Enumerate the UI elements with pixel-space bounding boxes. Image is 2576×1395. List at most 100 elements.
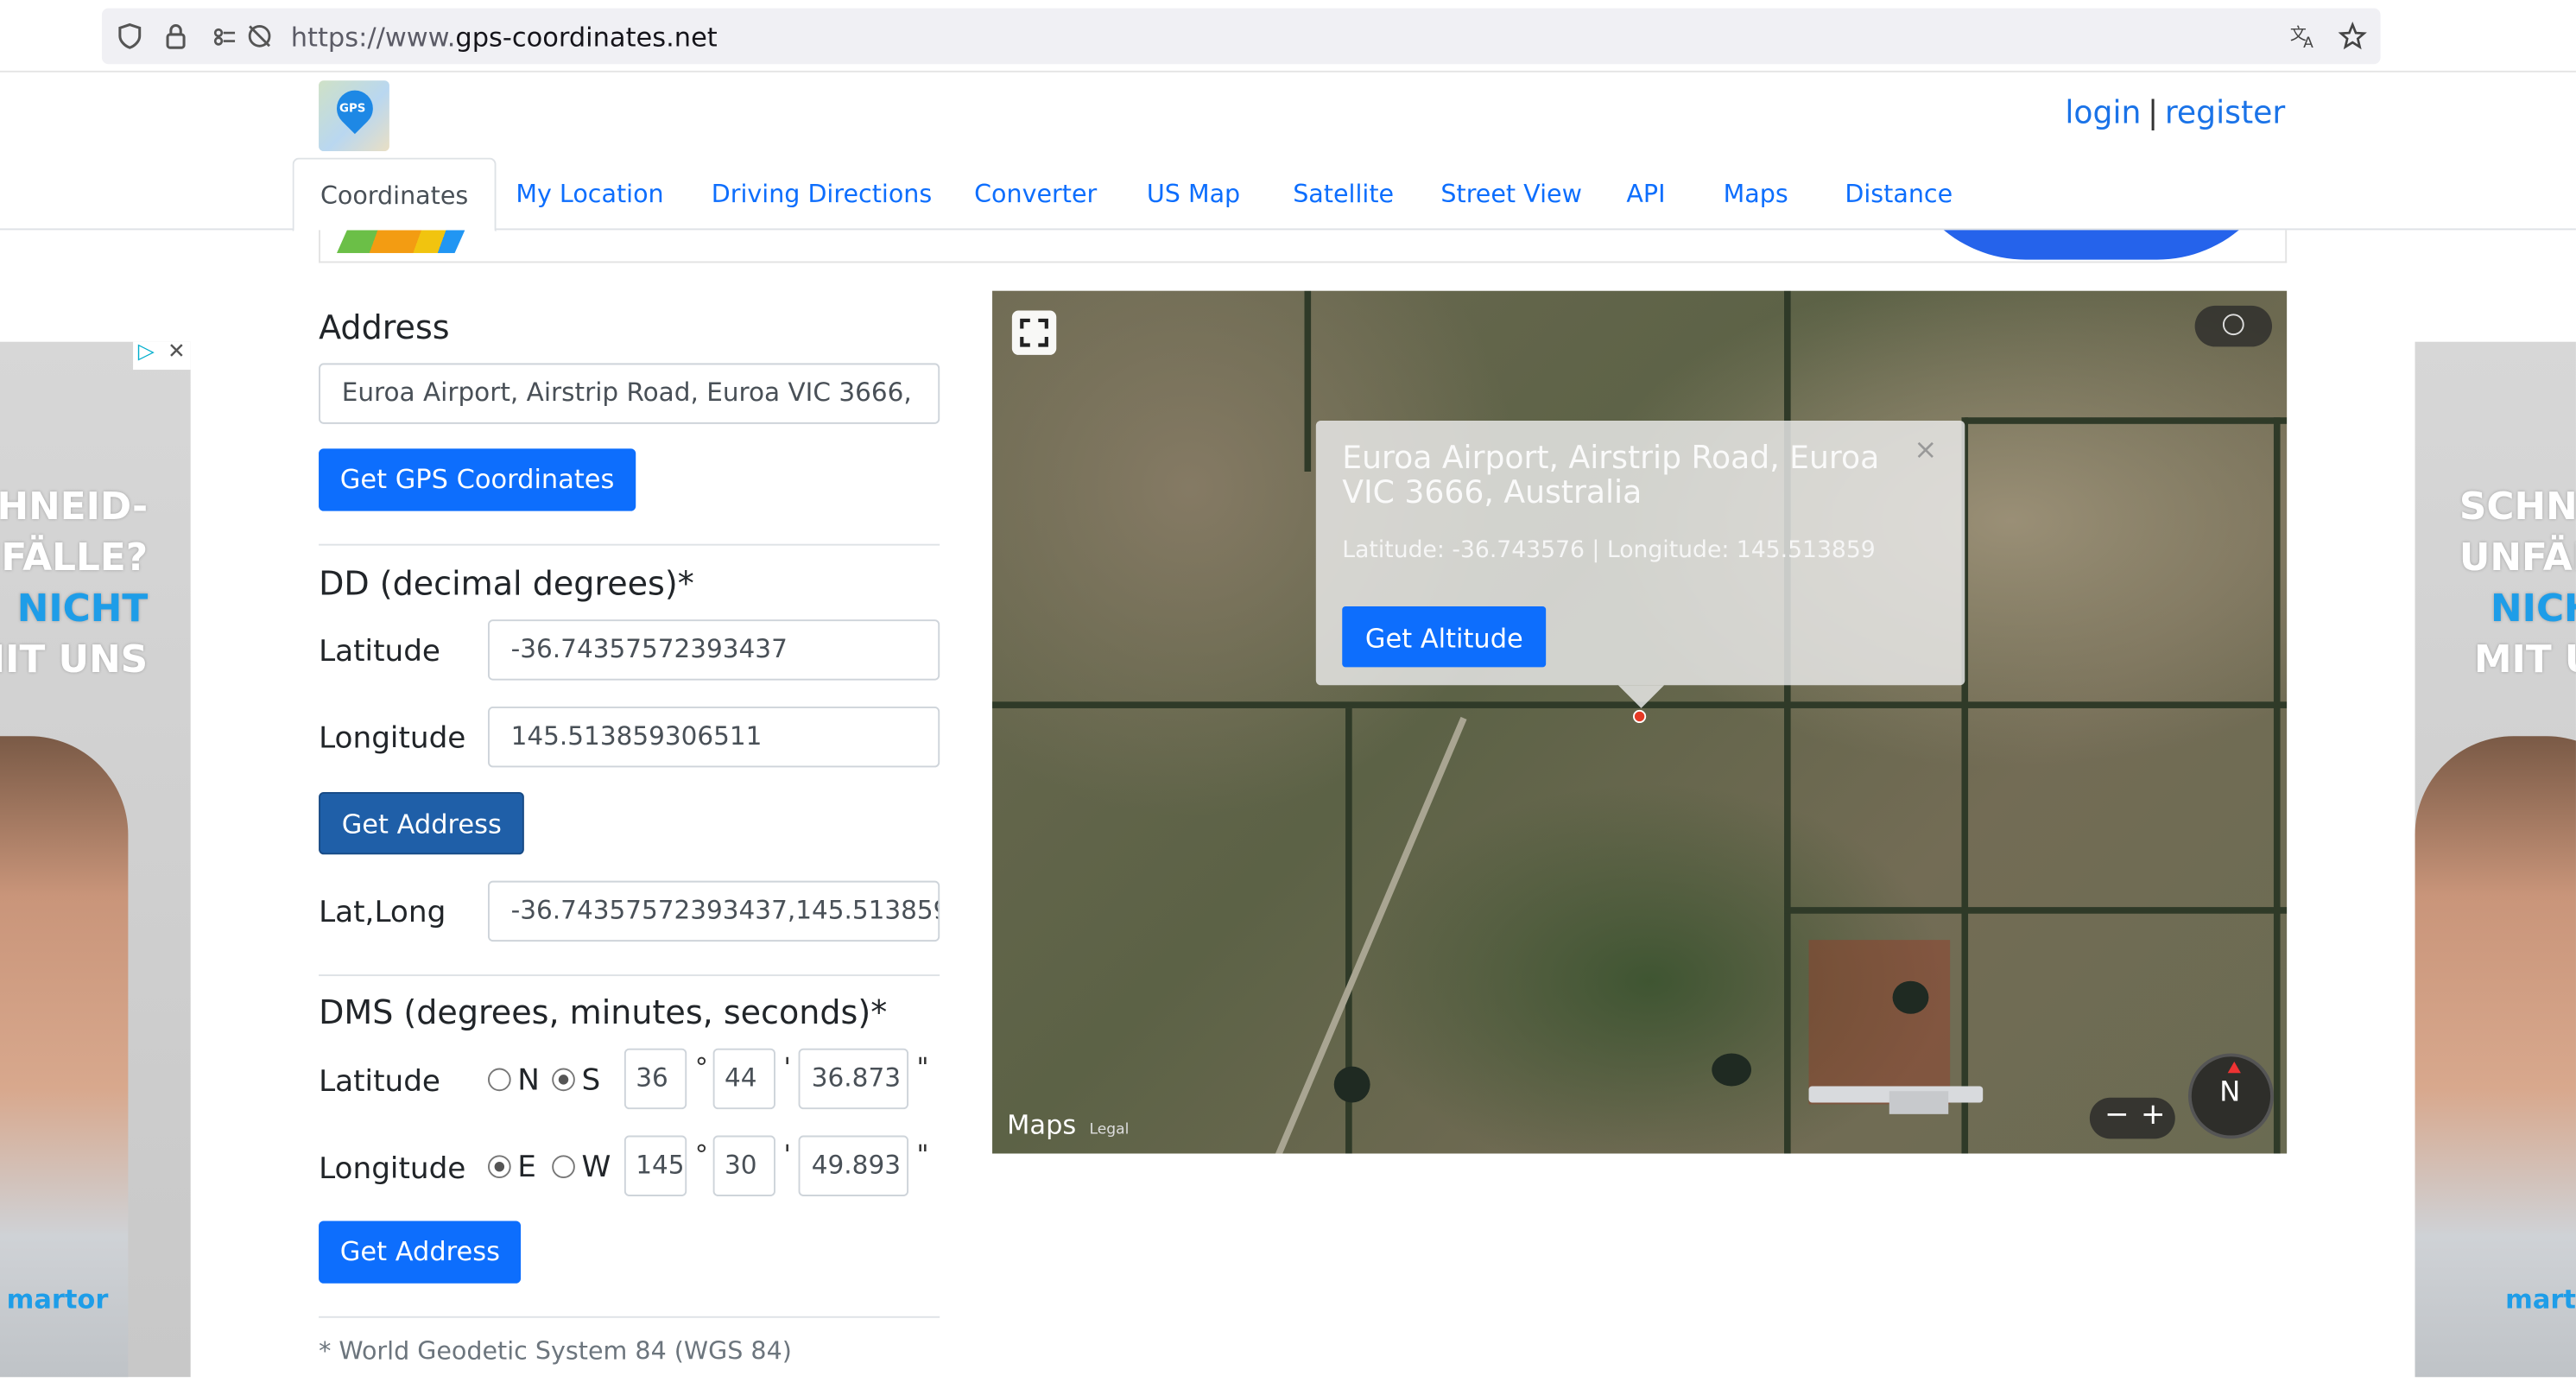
map-dam — [1712, 1053, 1751, 1087]
second-symbol: " — [916, 1051, 929, 1083]
minute-symbol: ' — [783, 1051, 791, 1083]
left-ad-text: CHNEID- NFÄLLE? NICHT IIT UNS — [0, 483, 148, 687]
tab-api[interactable]: API — [1600, 158, 1692, 231]
nav-tabs: Coordinates My Location Driving Directio… — [0, 157, 2576, 232]
lon-west-radio[interactable] — [552, 1155, 575, 1179]
lat-degrees-input[interactable]: 36 — [623, 1048, 687, 1110]
expand-icon — [1020, 318, 1048, 347]
ad-choices-icon[interactable]: ▷ ✕ — [133, 340, 191, 371]
dd-longitude-label: Longitude — [319, 721, 466, 757]
right-ad[interactable]: SCHNE UNFÄL NICH MIT U martor — [2415, 341, 2576, 1378]
dd-get-address-button[interactable]: Get Address — [319, 791, 525, 855]
dd-heading: DD (decimal degrees)* — [319, 563, 694, 604]
right-ad-line: MIT U — [2474, 639, 2576, 682]
location-blocked-icon[interactable] — [244, 22, 274, 51]
right-ad-text: SCHNE UNFÄL NICH MIT U — [2459, 483, 2576, 687]
auth-links: login | register — [2065, 95, 2285, 131]
dms-get-address-button[interactable]: Get Address — [319, 1221, 522, 1284]
logo-text: GPS — [339, 102, 366, 116]
map-dam — [1333, 1066, 1370, 1103]
ad-banner-strip[interactable] — [319, 230, 2288, 263]
degree-symbol: ° — [694, 1138, 708, 1170]
map-hangar — [1889, 1091, 1949, 1114]
zoom-control: − + — [2089, 1097, 2175, 1139]
popup-close-button[interactable]: × — [1914, 434, 1937, 466]
ad-person-image — [2415, 736, 2576, 1378]
left-ad[interactable]: CHNEID- NFÄLLE? NICHT IIT UNS martor — [0, 341, 191, 1378]
map-info-popup: Euroa Airport, Airstrip Road, Euroa VIC … — [1315, 421, 1965, 708]
lat-north-radio[interactable] — [488, 1068, 511, 1092]
tab-maps[interactable]: Maps — [1697, 158, 1814, 231]
tab-coordinates[interactable]: Coordinates — [292, 157, 497, 232]
browser-toolbar: https://www.gps-coordinates.net 文A — [0, 0, 2576, 73]
map-red-field — [1808, 940, 1951, 1105]
dms-heading: DMS (degrees, minutes, seconds)* — [319, 992, 888, 1032]
auth-separator: | — [2148, 95, 2159, 132]
divider — [319, 974, 940, 977]
tab-my-location[interactable]: My Location — [490, 158, 690, 231]
zoom-out-button[interactable]: − — [2104, 1098, 2130, 1132]
apple-maps-logo: Maps Legal — [1007, 1109, 1129, 1140]
get-altitude-button[interactable]: Get Altitude — [1342, 606, 1547, 668]
lat-minutes-input[interactable]: 44 — [712, 1048, 775, 1110]
zoom-in-button[interactable]: + — [2141, 1098, 2166, 1132]
login-link[interactable]: login — [2065, 95, 2141, 131]
svg-text:A: A — [2303, 35, 2313, 51]
divider — [319, 1316, 940, 1318]
lat-south-radio[interactable] — [552, 1068, 575, 1092]
map-field-boundary — [2273, 417, 2281, 1154]
lon-degrees-input[interactable]: 145 — [623, 1135, 687, 1196]
lat-south-label: S — [581, 1062, 601, 1098]
dd-longitude-input[interactable]: 145.513859306511 — [488, 707, 940, 768]
url-text[interactable]: https://www.gps-coordinates.net — [291, 22, 718, 53]
address-bar[interactable]: https://www.gps-coordinates.net 文A — [101, 8, 2381, 65]
translate-icon[interactable]: 文A — [2288, 22, 2318, 51]
address-input[interactable]: Euroa Airport, Airstrip Road, Euroa VIC … — [319, 363, 940, 424]
map-type-button[interactable] — [2194, 305, 2273, 347]
lon-seconds-input[interactable]: 49.893 — [798, 1135, 909, 1196]
maps-attribution: Maps — [1007, 1109, 1077, 1141]
right-ad-line: NICH — [2491, 588, 2576, 631]
bookmark-star-icon[interactable] — [2338, 21, 2367, 51]
tab-satellite[interactable]: Satellite — [1267, 158, 1421, 231]
left-ad-line: IIT UNS — [0, 639, 149, 682]
tab-distance[interactable]: Distance — [1819, 158, 1979, 231]
right-ad-line: SCHNE — [2459, 486, 2576, 529]
get-gps-coordinates-button[interactable]: Get GPS Coordinates — [319, 448, 636, 511]
satellite-map[interactable]: Euroa Airport, Airstrip Road, Euroa VIC … — [992, 290, 2288, 1154]
lon-minutes-input[interactable]: 30 — [712, 1135, 775, 1196]
url-domain: gps-coordinates.net — [455, 21, 718, 53]
lon-east-label: E — [517, 1150, 536, 1185]
address-heading: Address — [319, 307, 450, 347]
site-logo[interactable]: GPS — [319, 80, 389, 152]
lock-icon[interactable] — [161, 22, 190, 51]
location-marker[interactable] — [1632, 709, 1647, 724]
latlong-label: Lat,Long — [319, 895, 446, 930]
fullscreen-button[interactable] — [1011, 310, 1057, 355]
tab-driving-directions[interactable]: Driving Directions — [685, 158, 958, 231]
degree-symbol: ° — [694, 1051, 708, 1083]
compass-control[interactable]: N — [2187, 1053, 2274, 1139]
shield-icon[interactable] — [115, 22, 144, 51]
lat-north-label: N — [517, 1062, 540, 1098]
tab-us-map[interactable]: US Map — [1120, 158, 1266, 231]
lat-seconds-input[interactable]: 36.873 — [798, 1048, 909, 1110]
gps-pin-icon: GPS — [329, 82, 381, 135]
tab-converter[interactable]: Converter — [948, 158, 1123, 231]
map-field-boundary — [1784, 907, 2288, 914]
lon-east-radio[interactable] — [488, 1155, 511, 1179]
dd-latitude-input[interactable]: -36.74357572393437 — [488, 619, 940, 681]
banner-graphic — [336, 230, 465, 253]
popup-coordinates: Latitude: -36.743576 | Longitude: 145.51… — [1342, 537, 1876, 564]
compass-needle-icon — [2227, 1055, 2241, 1074]
legal-link[interactable]: Legal — [1089, 1122, 1129, 1138]
tab-street-view[interactable]: Street View — [1415, 158, 1608, 231]
permissions-icon[interactable] — [211, 22, 240, 51]
right-ad-line: UNFÄL — [2459, 537, 2576, 580]
url-prefix: https://www. — [290, 21, 456, 53]
register-link[interactable]: register — [2165, 95, 2285, 131]
latlong-input[interactable]: -36.74357572393437,145.5138593 — [488, 880, 940, 942]
left-ad-line: NICHT — [16, 588, 149, 631]
dms-latitude-label: Latitude — [319, 1064, 441, 1100]
left-ad-line: CHNEID- — [0, 486, 149, 529]
